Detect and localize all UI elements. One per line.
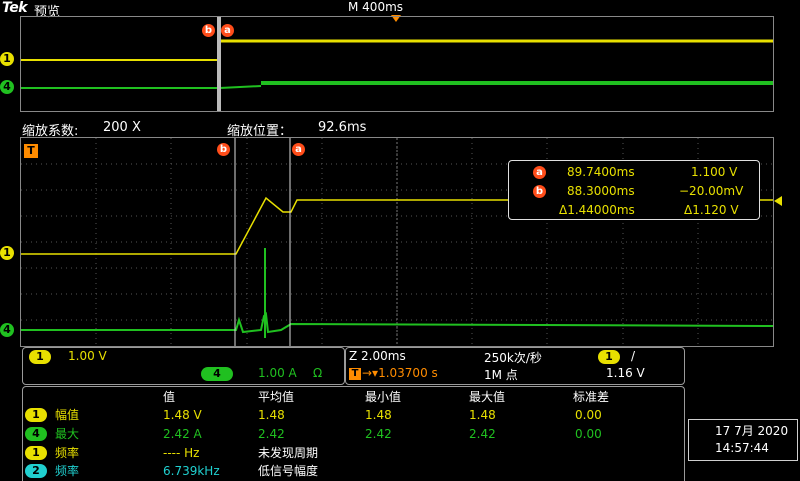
meas-row-1-value: 2.42 A (163, 427, 202, 441)
record-length: 1M 点 (484, 368, 518, 382)
readout-b-time: 88.3000ms (567, 184, 635, 198)
meas-row-0-value: 1.48 V (163, 408, 202, 422)
overview-marker-b[interactable]: b (202, 24, 215, 37)
trigger-delay[interactable]: →▾1.03700 s (362, 366, 438, 380)
measurements-panel[interactable]: 值 平均值 最小值 最大值 标准差 1 幅值 1.48 V 1.48 1.48 … (22, 386, 685, 481)
meas-row-1-name: 最大 (55, 427, 80, 441)
trigger-t-icon: T (349, 368, 361, 380)
sample-rate: 250k次/秒 (484, 351, 542, 365)
horizontal-scale: M 400ms (348, 0, 404, 14)
meas-header-max: 最大值 (469, 390, 506, 404)
meas-row-1-mean: 2.42 (258, 427, 285, 441)
overview-ch4-badge[interactable]: 4 (0, 80, 14, 94)
overview-ch1-badge[interactable]: 1 (0, 52, 14, 66)
meas-row-3-name: 频率 (55, 464, 80, 478)
timebase-panel[interactable]: Z 2.00ms 250k次/秒 T →▾1.03700 s 1M 点 1 / … (345, 347, 685, 385)
overview-waveforms (21, 17, 773, 111)
zoom-factor-value: 200 X (103, 120, 141, 135)
meas-row-3-value: 6.739kHz (163, 464, 220, 478)
overview-panel[interactable] (20, 16, 774, 112)
meas-row-3-note: 低信号幅度 (258, 464, 319, 478)
readout-b-icon: b (533, 185, 546, 198)
meas-row-2-value: ---- Hz (163, 446, 200, 460)
zoom-ch1-badge[interactable]: 1 (0, 246, 14, 260)
meas-header-mean: 平均值 (258, 390, 295, 404)
brand-logo: Tek (2, 0, 28, 16)
readout-a-time: 89.7400ms (567, 165, 635, 179)
meas-row-1-max: 2.42 (469, 427, 496, 441)
meas-row-3-badge: 2 (25, 464, 47, 478)
overview-marker-a[interactable]: a (221, 24, 234, 37)
trigger-source-badge[interactable]: 1 (598, 350, 620, 364)
meas-row-1-std: 0.00 (575, 427, 602, 441)
trigger-level[interactable]: 1.16 V (606, 366, 645, 380)
meas-row-0-badge: 1 (25, 408, 47, 422)
meas-header-std: 标准差 (573, 390, 610, 404)
zoom-position-value: 92.6ms (318, 120, 367, 135)
meas-row-2-badge: 1 (25, 446, 47, 460)
readout-delta-value: Δ1.120 V (684, 203, 739, 217)
cursor-readout: a 89.7400ms 1.100 V b 88.3000ms −20.00mV… (508, 160, 760, 220)
clock-date: 17 7月 2020 (715, 424, 789, 438)
readout-a-value: 1.100 V (691, 165, 738, 179)
zoom-ch4-badge[interactable]: 4 (0, 323, 14, 337)
trigger-level-icon (774, 196, 782, 206)
trigger-slope-icon: / (631, 349, 636, 363)
meas-row-1-min: 2.42 (365, 427, 392, 441)
meas-row-0-mean: 1.48 (258, 408, 285, 422)
readout-a-icon: a (533, 166, 546, 179)
ch4-scale[interactable]: 1.00 A (258, 366, 297, 380)
meas-header-min: 最小值 (365, 390, 402, 404)
meas-row-0-max: 1.48 (469, 408, 496, 422)
meas-row-0-std: 0.00 (575, 408, 602, 422)
readout-delta-time: Δ1.44000ms (559, 203, 635, 217)
meas-row-1-badge: 4 (25, 427, 47, 441)
meas-row-0-name: 幅值 (55, 408, 80, 422)
ch4-settings-badge[interactable]: 4 (201, 367, 233, 381)
ch1-settings-badge[interactable]: 1 (29, 350, 51, 364)
ch4-coupling-icon: Ω (313, 366, 323, 380)
clock-panel: 17 7月 2020 14:57:44 (688, 419, 798, 461)
clock-time: 14:57:44 (715, 441, 769, 455)
zoom-timebase[interactable]: Z 2.00ms (349, 349, 406, 363)
meas-header-value: 值 (163, 390, 176, 404)
readout-b-value: −20.00mV (679, 184, 744, 198)
trigger-marker-icon: T (24, 144, 38, 158)
meas-row-2-note: 未发现周期 (258, 446, 319, 460)
zoom-marker-a[interactable]: a (292, 143, 305, 156)
meas-row-0-min: 1.48 (365, 408, 392, 422)
channel-settings[interactable]: 1 1.00 V 4 1.00 A Ω (22, 347, 345, 385)
meas-row-2-name: 频率 (55, 446, 80, 460)
ch1-scale[interactable]: 1.00 V (68, 349, 107, 363)
zoom-marker-b[interactable]: b (217, 143, 230, 156)
